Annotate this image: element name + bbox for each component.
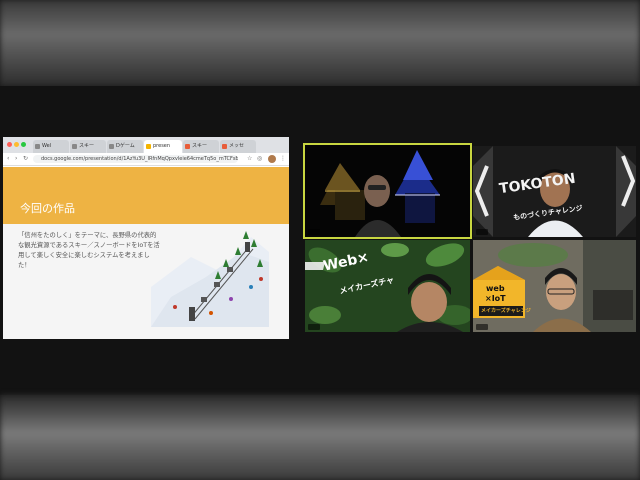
app-icon bbox=[185, 144, 190, 149]
browser-tab[interactable]: Wel bbox=[33, 140, 69, 153]
back-icon[interactable]: ‹ bbox=[7, 155, 9, 163]
extension-icon[interactable]: ◎ bbox=[257, 155, 262, 163]
doc-icon bbox=[109, 144, 114, 149]
badge-line-3: メイカーズチャレンジ bbox=[481, 308, 531, 314]
tab-label: Dゲーム bbox=[116, 143, 135, 149]
browser-tab[interactable]: スキー bbox=[183, 140, 219, 153]
slide-body-text: 「信州をたのしく」をテーマに、長野県の代表的な観光資源であるスキー／スノーボード… bbox=[18, 232, 160, 269]
shared-screen[interactable]: Wel スキー Dゲーム presen スキー メッセ ‹ › ↻ docs.g… bbox=[3, 137, 289, 339]
address-bar-row: ‹ › ↻ docs.google.com/presentation/d/1Az… bbox=[3, 153, 289, 166]
video-tile-presenter[interactable] bbox=[303, 143, 472, 239]
video-tile-student-1[interactable]: TOKOTON ものづくりチャレンジ bbox=[473, 146, 636, 237]
presentation-slide: 今回の作品 「信州をたのしく」をテーマに、長野県の代表的な観光資源であるスキー／… bbox=[3, 167, 289, 339]
star-icon[interactable]: ☆ bbox=[247, 155, 252, 163]
globe-icon bbox=[72, 144, 77, 149]
video-tile-student-3[interactable]: web ×IoT メイカーズチャレンジ bbox=[473, 240, 636, 332]
url-field[interactable]: docs.google.com/presentation/d/1AzYu3U_I… bbox=[33, 155, 238, 163]
forward-icon[interactable]: › bbox=[15, 155, 17, 163]
tab-label: Wel bbox=[42, 143, 52, 149]
badge-line-1: web bbox=[486, 284, 505, 293]
mic-status-icon bbox=[476, 324, 488, 330]
slide-title: 今回の作品 bbox=[20, 202, 75, 215]
mic-status-icon bbox=[476, 229, 488, 235]
blurred-top-area bbox=[0, 0, 640, 86]
minimize-window-icon[interactable] bbox=[14, 142, 19, 147]
browser-tab[interactable]: スキー bbox=[70, 140, 106, 153]
tab-label: presen bbox=[153, 143, 171, 149]
slides-icon bbox=[146, 144, 151, 149]
castle-background bbox=[305, 145, 470, 237]
avatar[interactable] bbox=[268, 155, 276, 163]
blurred-bottom-area bbox=[0, 395, 640, 480]
video-tile-student-2[interactable]: Web× メイカーズチャ bbox=[305, 240, 470, 332]
tab-label: スキー bbox=[79, 143, 95, 149]
tab-label: スキー bbox=[192, 143, 208, 149]
browser-tab-bar: Wel スキー Dゲーム presen スキー メッセ bbox=[3, 137, 289, 153]
more-menu-icon[interactable]: ⋮ bbox=[280, 155, 286, 163]
badge-line-2: ×IoT bbox=[485, 294, 506, 303]
browser-tab[interactable]: メッセ bbox=[220, 140, 256, 153]
tokoton-background bbox=[473, 146, 636, 237]
mic-status-icon bbox=[308, 324, 320, 330]
reload-icon[interactable]: ↻ bbox=[23, 155, 28, 163]
close-window-icon[interactable] bbox=[7, 142, 12, 147]
browser-tab[interactable]: Dゲーム bbox=[107, 140, 143, 153]
browser-tab-active[interactable]: presen bbox=[144, 140, 182, 153]
globe-icon bbox=[35, 144, 40, 149]
ski-slope-illustration bbox=[151, 231, 269, 327]
app-icon bbox=[222, 144, 227, 149]
maximize-window-icon[interactable] bbox=[21, 142, 26, 147]
tab-label: メッセ bbox=[229, 143, 245, 149]
mic-status-icon bbox=[308, 229, 320, 235]
